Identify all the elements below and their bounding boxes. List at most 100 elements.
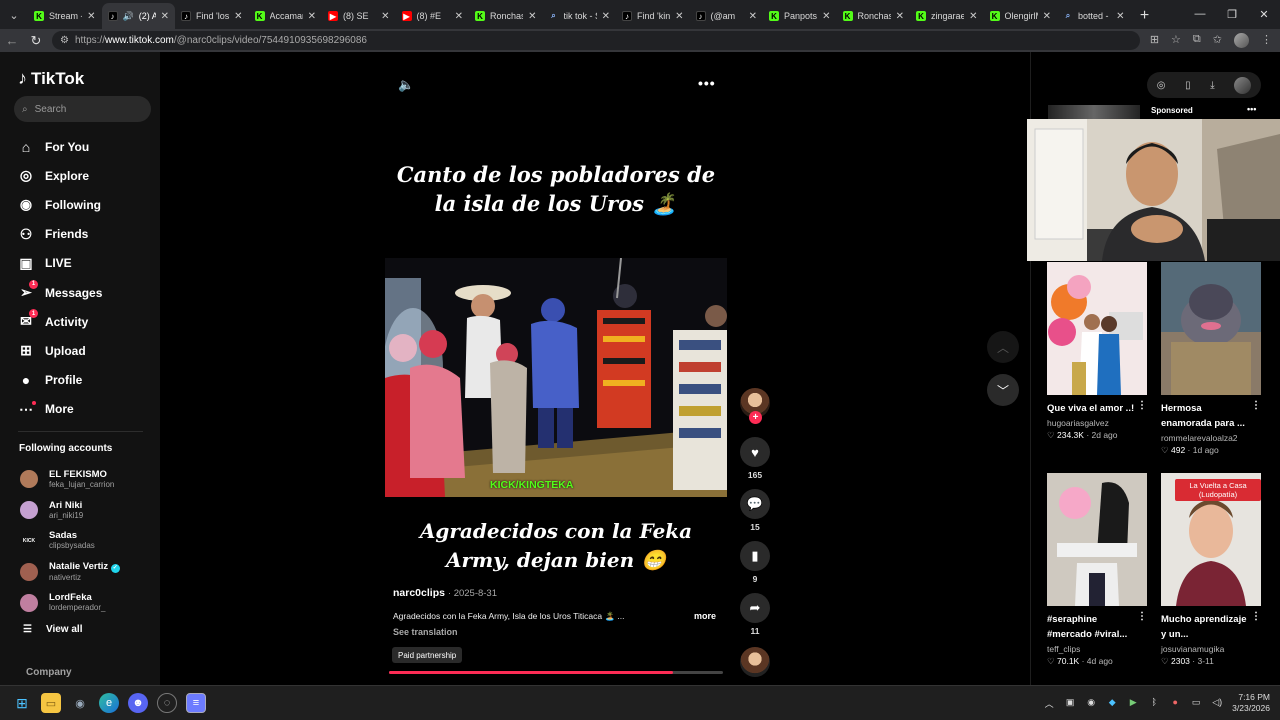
- download-icon[interactable]: ⤓: [1210, 80, 1214, 91]
- user-avatar[interactable]: [1234, 76, 1252, 94]
- browser-tab[interactable]: K Ronchas_ ✕: [469, 3, 543, 29]
- sidebar-item-messages[interactable]: ➢ 1 Messages: [18, 278, 102, 307]
- sidebar-item-friends[interactable]: ⚇ Friends: [18, 220, 102, 249]
- tray-nvidia-icon[interactable]: ▶: [1127, 697, 1139, 709]
- sidebar-item-for-you[interactable]: ⌂ For You: [18, 132, 102, 161]
- card-username[interactable]: teff_clips: [1047, 643, 1147, 655]
- edge-icon[interactable]: e: [99, 693, 119, 713]
- save-button[interactable]: ▮ 9: [740, 541, 770, 584]
- video-more-options-icon[interactable]: •••: [698, 75, 716, 91]
- tray-expand-icon[interactable]: ︿: [1043, 697, 1055, 709]
- browser-tab[interactable]: ♪ Find 'king ✕: [616, 3, 690, 29]
- card-username[interactable]: josuvianamugika: [1161, 643, 1261, 655]
- tab-close-icon[interactable]: ✕: [1043, 11, 1051, 22]
- windows-start-icon[interactable]: ⊞: [12, 693, 32, 713]
- new-tab-button[interactable]: +: [1131, 3, 1159, 29]
- video-thumbnail[interactable]: [1161, 262, 1261, 395]
- card-title[interactable]: Mucho aprendizaje y un...: [1161, 612, 1251, 642]
- browser-tab[interactable]: K Stream - K ✕: [28, 3, 102, 29]
- sidebar-item-explore[interactable]: ◎ Explore: [18, 161, 102, 190]
- minimize-icon[interactable]: —: [1184, 0, 1216, 28]
- tray-app-icon[interactable]: ▣: [1064, 697, 1076, 709]
- sidebar-item-more[interactable]: ⋯ More: [18, 395, 102, 424]
- tab-close-icon[interactable]: ✕: [822, 11, 830, 22]
- favorites-icon[interactable]: ✩: [1213, 33, 1222, 48]
- browser-profile-avatar[interactable]: [1234, 33, 1249, 48]
- card-more-icon[interactable]: ⋮: [1251, 611, 1261, 622]
- search-input[interactable]: ⌕ Search: [14, 96, 151, 122]
- recommended-video-card[interactable]: La Vuelta a Casa (Ludopatía) Mucho aprend…: [1161, 473, 1261, 668]
- company-link[interactable]: Company: [26, 667, 72, 678]
- card-title[interactable]: Hermosa enamorada para ...: [1161, 401, 1251, 431]
- tab-close-icon[interactable]: ✕: [161, 11, 169, 22]
- browser-tab[interactable]: ⌕ tik tok - S ✕: [543, 3, 617, 29]
- browser-tab[interactable]: ♪ 🔊 (2) Agradecidos ✕: [101, 3, 175, 29]
- discord-icon[interactable]: ☻: [128, 693, 148, 713]
- like-button[interactable]: ♥ 165: [740, 437, 770, 480]
- share-button[interactable]: ➦ 11: [740, 593, 770, 636]
- browser-menu-icon[interactable]: ⋮: [1261, 33, 1272, 48]
- browser-tab[interactable]: K Accamary ✕: [249, 3, 323, 29]
- card-more-icon[interactable]: ⋮: [1137, 611, 1147, 622]
- tray-network-icon[interactable]: ▭: [1190, 697, 1202, 709]
- tiktok-logo[interactable]: ♪ TikTok: [18, 68, 84, 89]
- restore-icon[interactable]: ❐: [1216, 0, 1248, 28]
- card-title[interactable]: Que viva el amor ..!: [1047, 401, 1137, 416]
- card-username[interactable]: hugoariasgalvez: [1047, 417, 1147, 429]
- tab-close-icon[interactable]: ✕: [455, 11, 463, 22]
- browser-tab[interactable]: K OlengirlM ✕: [984, 3, 1058, 29]
- video-progress-bar[interactable]: [389, 671, 723, 674]
- browser-tab[interactable]: ♪ (@am ✕: [690, 3, 764, 29]
- tab-close-icon[interactable]: ✕: [896, 11, 904, 22]
- tab-close-icon[interactable]: ✕: [602, 11, 610, 22]
- browser-tab[interactable]: K Ronchas_ ✕: [837, 3, 911, 29]
- recommended-video-card[interactable]: #seraphine #mercado #viral... ⋮ teff_clips…: [1047, 473, 1147, 668]
- tray-shield-icon[interactable]: ◆: [1106, 697, 1118, 709]
- device-icon[interactable]: ▯: [1185, 80, 1191, 91]
- system-clock[interactable]: 7:16 PM 3/23/2026: [1232, 692, 1270, 714]
- recommended-video-card[interactable]: Que viva el amor ..! ⋮ hugoariasgalvez ♡ 23…: [1047, 262, 1147, 442]
- sidebar-item-following[interactable]: ◉ Following: [18, 190, 102, 219]
- tray-steam-icon[interactable]: ◉: [1085, 697, 1097, 709]
- following-account[interactable]: Ari Niki ari_niki19: [20, 495, 120, 526]
- browser-tab[interactable]: ♪ Find 'los f ✕: [175, 3, 249, 29]
- sidebar-item-live[interactable]: ▣ LIVE: [18, 249, 102, 278]
- sidebar-item-profile[interactable]: ● Profile: [18, 366, 102, 395]
- recommended-video-card[interactable]: Hermosa enamorada para ... ⋮ rommelarevalo…: [1161, 262, 1261, 457]
- following-account[interactable]: KICK Sadas clipsbysadas: [20, 526, 120, 557]
- notepad-icon[interactable]: ≡: [186, 693, 206, 713]
- tab-close-icon[interactable]: ✕: [749, 11, 757, 22]
- tab-close-icon[interactable]: ✕: [528, 11, 536, 22]
- back-icon[interactable]: ←: [0, 33, 24, 48]
- file-explorer-icon[interactable]: ▭: [41, 693, 61, 713]
- browser-tab[interactable]: ▶ (8) #E ✕: [396, 3, 470, 29]
- video-thumbnail[interactable]: [1047, 262, 1147, 395]
- card-more-icon[interactable]: ⋮: [1251, 400, 1261, 411]
- browser-tab[interactable]: ▶ (8) SE ✕: [322, 3, 396, 29]
- url-field[interactable]: ⚙ https://www.tiktok.com/@narc0clips/vid…: [52, 31, 1140, 50]
- author-link[interactable]: narc0clips: [393, 587, 445, 599]
- card-more-icon[interactable]: ⋮: [1137, 400, 1147, 411]
- card-username[interactable]: rommelarevaloalza2: [1161, 432, 1261, 444]
- tray-volume-icon[interactable]: ◁): [1211, 697, 1223, 709]
- tab-audio-icon[interactable]: 🔊: [123, 11, 134, 22]
- tray-bluetooth-icon[interactable]: ᛒ: [1148, 697, 1160, 709]
- tab-close-icon[interactable]: ✕: [87, 11, 95, 22]
- video-thumbnail[interactable]: La Vuelta a Casa (Ludopatía): [1161, 473, 1261, 606]
- video-thumbnail[interactable]: [1047, 473, 1147, 606]
- browser-tab[interactable]: K Panpots - ✕: [763, 3, 837, 29]
- see-translation-link[interactable]: See translation: [393, 627, 458, 637]
- follow-plus-button[interactable]: +: [749, 411, 762, 424]
- steam-icon[interactable]: ◉: [70, 693, 90, 713]
- tab-close-icon[interactable]: ✕: [1116, 11, 1124, 22]
- install-app-icon[interactable]: ⊞: [1150, 33, 1159, 48]
- previous-video-button[interactable]: ︿: [987, 331, 1019, 363]
- reload-icon[interactable]: ↻: [24, 33, 48, 49]
- next-video-button[interactable]: ﹀: [987, 374, 1019, 406]
- following-account[interactable]: Natalie Vertiz ✓ nativertiz: [20, 556, 120, 587]
- tab-close-icon[interactable]: ✕: [308, 11, 316, 22]
- browser-tab[interactable]: Kzingaraez ✕: [910, 3, 984, 29]
- tab-search-icon[interactable]: ⌄: [0, 1, 28, 29]
- description-more-button[interactable]: more: [694, 611, 716, 621]
- card-title[interactable]: #seraphine #mercado #viral...: [1047, 612, 1137, 642]
